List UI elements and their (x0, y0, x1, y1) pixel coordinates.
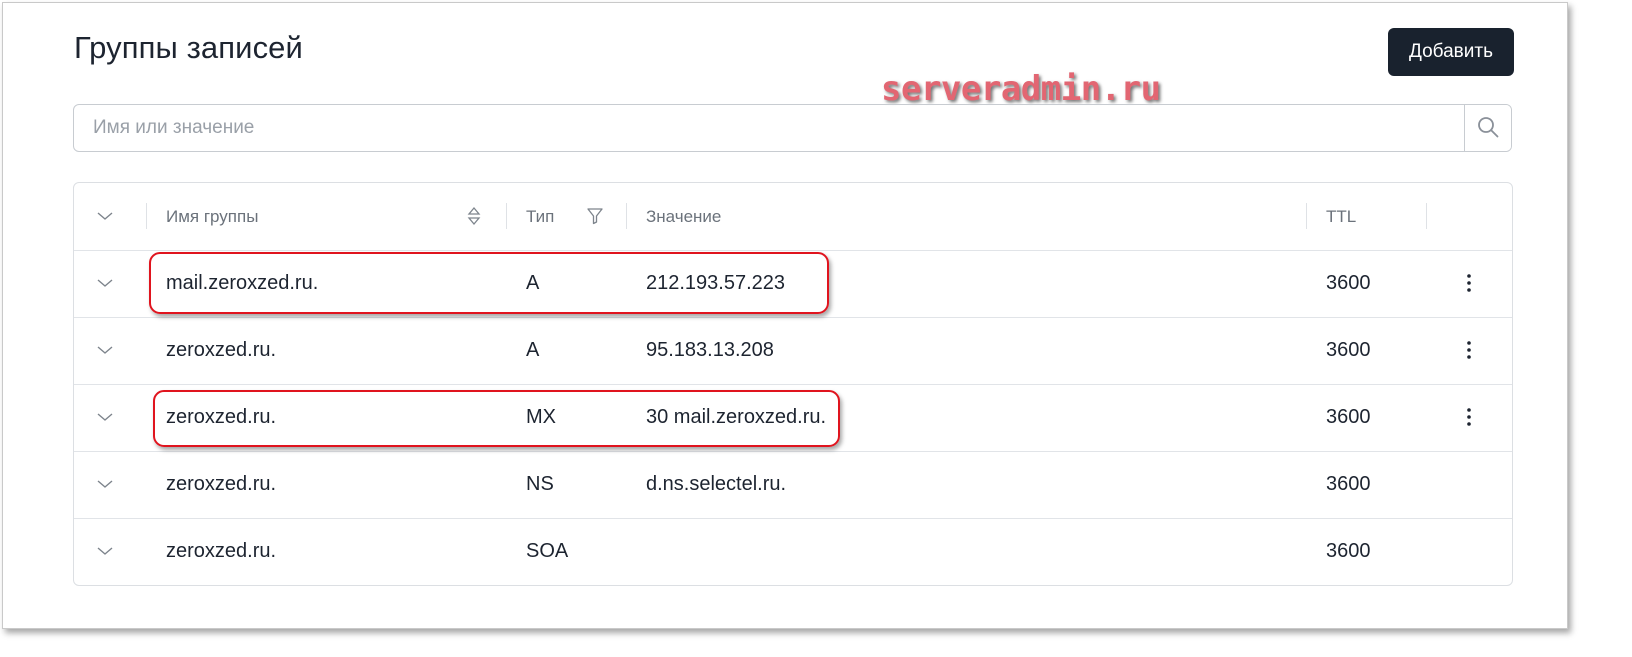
cell-ttl: 3600 (1326, 339, 1371, 361)
cell-ttl: 3600 (1326, 473, 1371, 495)
cell-name: zeroxzed.ru. (166, 473, 277, 495)
table-row[interactable]: zeroxzed.ru. A 95.183.13.208 3600 (74, 317, 1512, 385)
column-separator (506, 203, 507, 229)
search-input[interactable] (74, 105, 1464, 151)
column-separator (1426, 203, 1427, 229)
app-frame: Группы записей Добавить serveradmin.ru И… (2, 2, 1568, 629)
search-bar (73, 104, 1512, 152)
chevron-down-icon[interactable] (96, 408, 114, 426)
cell-value: 95.183.13.208 (646, 339, 774, 361)
expand-all-chevron-down-icon[interactable] (96, 207, 114, 225)
more-vertical-icon[interactable] (1460, 270, 1478, 296)
chevron-down-icon[interactable] (96, 475, 114, 493)
records-table: Имя группы Тип Значение TTL mail.zeroxze… (73, 182, 1513, 586)
table-header: Имя группы Тип Значение TTL (74, 183, 1512, 251)
cell-type: SOA (526, 540, 569, 562)
filter-icon[interactable] (586, 206, 604, 231)
cell-type: A (526, 339, 540, 361)
cell-value: 212.193.57.223 (646, 272, 786, 294)
add-button[interactable]: Добавить (1388, 28, 1514, 76)
cell-name: zeroxzed.ru. (166, 406, 277, 428)
column-separator (1306, 203, 1307, 229)
cell-value: d.ns.selectel.ru. (646, 473, 787, 495)
search-button[interactable] (1464, 105, 1511, 151)
table-row[interactable]: zeroxzed.ru. MX 30 mail.zeroxzed.ru. 360… (74, 384, 1512, 452)
column-header-type: Тип (526, 206, 555, 226)
sort-icon[interactable] (467, 206, 481, 231)
table-row[interactable]: zeroxzed.ru. SOA 3600 (74, 518, 1512, 585)
search-icon (1476, 115, 1500, 142)
column-header-name[interactable]: Имя группы (166, 183, 258, 250)
chevron-down-icon[interactable] (96, 274, 114, 292)
cell-name: zeroxzed.ru. (166, 540, 277, 562)
table-row[interactable]: zeroxzed.ru. NS d.ns.selectel.ru. 3600 (74, 451, 1512, 519)
table-row[interactable]: mail.zeroxzed.ru. A 212.193.57.223 3600 (74, 250, 1512, 318)
chevron-down-icon[interactable] (96, 542, 114, 560)
chevron-down-icon[interactable] (96, 341, 114, 359)
cell-name: zeroxzed.ru. (166, 339, 277, 361)
cell-ttl: 3600 (1326, 406, 1371, 428)
more-vertical-icon[interactable] (1460, 337, 1478, 363)
column-header-value: Значение (646, 206, 722, 226)
column-separator (146, 203, 147, 229)
cell-name: mail.zeroxzed.ru. (166, 272, 319, 294)
cell-ttl: 3600 (1326, 540, 1371, 562)
column-header-ttl: TTL (1326, 206, 1357, 226)
page-title: Группы записей (74, 30, 303, 65)
cell-type: A (526, 272, 540, 294)
cell-value: 30 mail.zeroxzed.ru. (646, 406, 827, 428)
cell-type: NS (526, 473, 554, 495)
column-separator (626, 203, 627, 229)
cell-ttl: 3600 (1326, 272, 1371, 294)
cell-type: MX (526, 406, 556, 428)
watermark: serveradmin.ru (881, 69, 1161, 109)
more-vertical-icon[interactable] (1460, 404, 1478, 430)
